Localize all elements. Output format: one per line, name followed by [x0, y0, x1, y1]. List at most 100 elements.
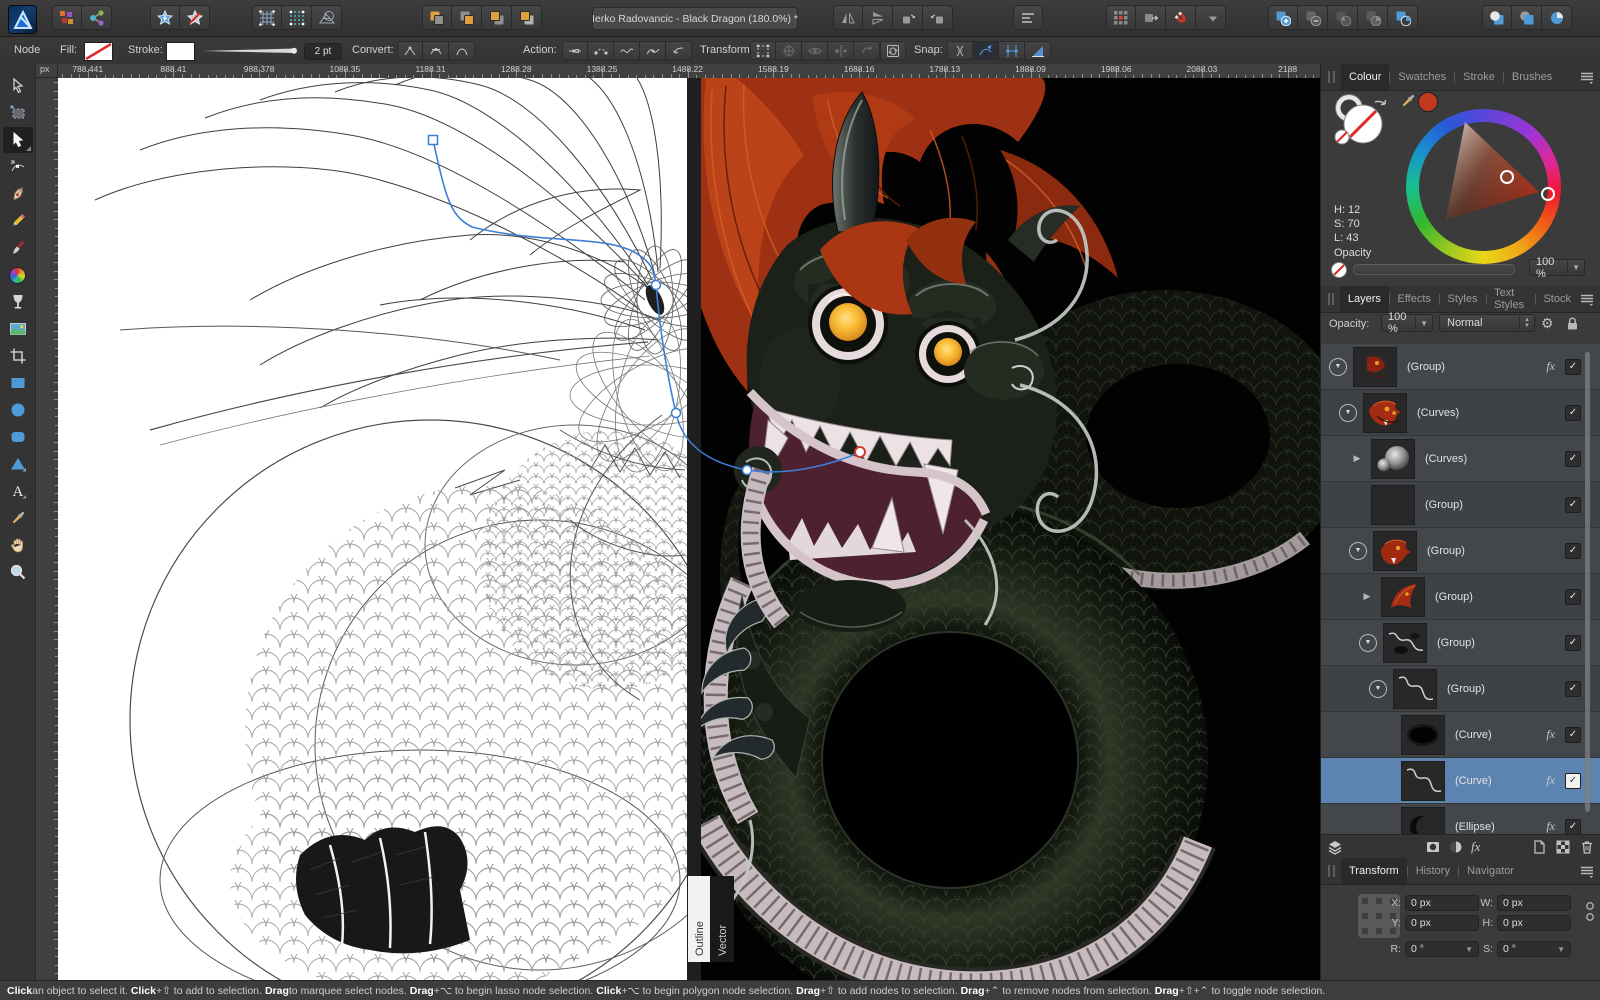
- transform-field-h[interactable]: 0 px: [1497, 915, 1571, 931]
- link-dimensions-icon[interactable]: [1583, 899, 1597, 925]
- tab-transform[interactable]: Transform: [1341, 858, 1407, 884]
- insert-inside-icon[interactable]: [150, 5, 180, 30]
- vector-crop-tool[interactable]: [3, 343, 33, 369]
- tab-stroke[interactable]: Stroke: [1455, 64, 1503, 90]
- boolean-divide-icon[interactable]: [1358, 5, 1388, 30]
- color-swatches-icon[interactable]: [52, 5, 82, 30]
- cycle-transform-icon[interactable]: [880, 41, 906, 60]
- stroke-width-value[interactable]: 2 pt: [304, 43, 342, 60]
- hue-selector[interactable]: [1542, 188, 1554, 200]
- zoom-tool[interactable]: [3, 559, 33, 585]
- point-transform-tool[interactable]: [3, 154, 33, 180]
- shape-back-icon[interactable]: [1542, 5, 1572, 30]
- panel-menu-icon[interactable]: [1579, 69, 1595, 85]
- insertion-target-icon[interactable]: [1106, 5, 1136, 30]
- tab-history[interactable]: History: [1408, 858, 1458, 884]
- view-tool[interactable]: [3, 532, 33, 558]
- snap-all-handles-icon[interactable]: [999, 41, 1025, 60]
- layers-scrollbar[interactable]: [1585, 352, 1590, 812]
- layer-row[interactable]: ▼(Group)fx✓: [1321, 344, 1600, 390]
- mask-icon[interactable]: [1425, 839, 1441, 855]
- colour-wheel[interactable]: [1406, 109, 1561, 264]
- insert-without-fill-icon[interactable]: [180, 5, 210, 30]
- layer-thumbnail[interactable]: [1371, 485, 1415, 525]
- layer-thumbnail[interactable]: [1373, 531, 1417, 571]
- fill-stroke-swatches[interactable]: [1331, 94, 1389, 157]
- transform-field-x[interactable]: 0 px: [1405, 895, 1479, 911]
- tab-styles[interactable]: Styles: [1440, 286, 1486, 312]
- snapping-dropdown-arrow[interactable]: [1196, 5, 1226, 30]
- opacity-combo[interactable]: 100 %▼: [1529, 259, 1585, 276]
- rotate-ccw-icon[interactable]: [893, 5, 923, 30]
- blend-mode-combo[interactable]: Normal▲▼: [1439, 314, 1535, 332]
- snap-off-curve-icon[interactable]: [973, 41, 999, 60]
- tab-swatches[interactable]: Swatches: [1390, 64, 1454, 90]
- move-selection-icon[interactable]: [1136, 5, 1166, 30]
- disclosure-open-icon[interactable]: ▼: [1349, 542, 1367, 560]
- rotate-cw-icon[interactable]: [923, 5, 953, 30]
- view-split-bar[interactable]: [687, 78, 701, 980]
- disclosure-open-icon[interactable]: ▼: [1359, 634, 1377, 652]
- layer-fx-badge[interactable]: fx: [1546, 359, 1555, 374]
- flip-horizontal-icon[interactable]: [833, 5, 863, 30]
- transform-field-w[interactable]: 0 px: [1497, 895, 1571, 911]
- layer-row[interactable]: (Ellipse)fx✓: [1321, 804, 1600, 834]
- place-image-tool[interactable]: [3, 316, 33, 342]
- layer-row[interactable]: ▼(Group)✓: [1321, 666, 1600, 712]
- rectangle-tool[interactable]: [3, 370, 33, 396]
- boolean-combine-icon[interactable]: [1388, 5, 1418, 30]
- layer-thumbnail[interactable]: [1353, 347, 1397, 387]
- layer-visibility-checkbox[interactable]: ✓: [1565, 359, 1581, 375]
- layer-visibility-checkbox[interactable]: ✓: [1565, 773, 1581, 789]
- disclosure-open-icon[interactable]: ▼: [1369, 680, 1387, 698]
- layer-thumbnail[interactable]: [1381, 577, 1425, 617]
- layer-row[interactable]: ▼(Group)✓: [1321, 620, 1600, 666]
- alignment-icon[interactable]: [1013, 5, 1043, 30]
- disclosure-closed-icon[interactable]: ▶: [1359, 589, 1375, 605]
- disclosure-open-icon[interactable]: ▼: [1339, 404, 1357, 422]
- move-back-one-icon[interactable]: [422, 5, 452, 30]
- fx-icon[interactable]: fx: [1471, 839, 1480, 855]
- tab-colour[interactable]: Colour: [1341, 64, 1389, 90]
- stroke-swatch[interactable]: [166, 42, 195, 61]
- tab-text-styles[interactable]: Text Styles: [1486, 286, 1535, 312]
- fill-tool[interactable]: [3, 262, 33, 288]
- panel-menu-icon[interactable]: [1579, 291, 1595, 307]
- affinity-designer-logo[interactable]: [8, 5, 37, 34]
- layer-thumbnail[interactable]: [1401, 807, 1445, 835]
- layer-thumbnail[interactable]: [1363, 393, 1407, 433]
- path-node[interactable]: [743, 466, 752, 475]
- layer-row[interactable]: ▼(Curves)✓: [1321, 390, 1600, 436]
- layer-visibility-checkbox[interactable]: ✓: [1565, 635, 1581, 651]
- break-curve-icon[interactable]: [562, 41, 588, 60]
- close-curve-icon[interactable]: [588, 41, 614, 60]
- trash-icon[interactable]: [1579, 839, 1595, 855]
- opacity-slider[interactable]: [1353, 264, 1515, 275]
- transform-origin-icon[interactable]: [776, 41, 802, 60]
- layer-row[interactable]: ▶(Group)✓: [1321, 574, 1600, 620]
- layer-fx-badge[interactable]: fx: [1546, 727, 1555, 742]
- snapping-magnet-icon[interactable]: [1166, 5, 1196, 30]
- smooth-node-icon[interactable]: [423, 41, 449, 60]
- panel-menu-icon[interactable]: [1579, 863, 1595, 879]
- transform-field-y[interactable]: 0 px: [1405, 915, 1479, 931]
- reverse-curves-icon[interactable]: [666, 41, 692, 60]
- node-graph-icon[interactable]: [82, 5, 112, 30]
- layer-thumbnail[interactable]: [1401, 761, 1445, 801]
- join-curves-icon[interactable]: [640, 41, 666, 60]
- layer-fx-badge[interactable]: fx: [1546, 819, 1555, 834]
- transform-field-s[interactable]: 0 °▼: [1497, 941, 1571, 957]
- path-node-selected[interactable]: [855, 447, 865, 457]
- disclosure-open-icon[interactable]: ▼: [1329, 358, 1347, 376]
- layer-visibility-checkbox[interactable]: ✓: [1565, 819, 1581, 835]
- tab-effects[interactable]: Effects: [1389, 286, 1438, 312]
- layer-settings-gear-icon[interactable]: ⚙: [1541, 315, 1554, 332]
- panel-grip-icon[interactable]: [1328, 865, 1335, 877]
- layer-visibility-checkbox[interactable]: ✓: [1565, 451, 1581, 467]
- flip-vertical-icon[interactable]: [863, 5, 893, 30]
- path-node-square[interactable]: [429, 136, 438, 145]
- path-node[interactable]: [652, 281, 661, 290]
- tab-brushes[interactable]: Brushes: [1504, 64, 1560, 90]
- ellipse-tool[interactable]: [3, 397, 33, 423]
- layer-thumbnail[interactable]: [1383, 623, 1427, 663]
